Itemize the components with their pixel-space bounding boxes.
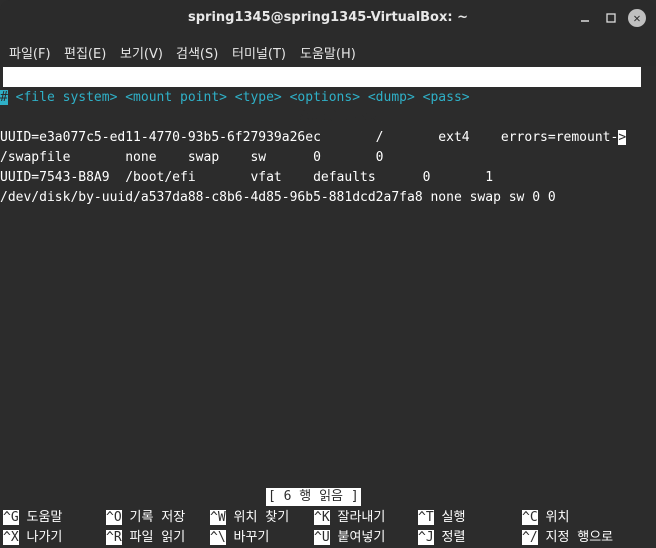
menu-help[interactable]: 도움말(H) [300,43,356,62]
nano-header: GNU nano 6.2 /etc/fstab [3,67,641,124]
fstab-line: UUID=7543-B8A9 /boot/efi vfat defaults 0… [0,170,494,185]
shortcut-help[interactable]: ^G 도움말 [3,508,62,528]
menu-edit[interactable]: 편집(E) [64,43,106,62]
shortcut-cut[interactable]: ^K 잘라내기 [314,508,385,528]
shortcut-where-is[interactable]: ^W 위치 찾기 [210,508,289,528]
close-icon: ✕ [633,11,641,25]
menu-search[interactable]: 검색(S) [176,43,218,62]
fstab-line: /swapfile none swap sw 0 0 [0,150,384,165]
shortcut-paste[interactable]: ^U 붙여넣기 [314,528,385,548]
comment-text: <file system> <mount point> <type> <opti… [7,90,470,105]
shortcut-exit[interactable]: ^X 나가기 [3,528,62,548]
status-message: [ 6 행 읽음 ] [266,488,361,506]
fstab-line: UUID=e3a077c5-ed11-4770-93b5-6f27939a26e… [0,128,627,148]
shortcut-write-out[interactable]: ^O 기록 저장 [106,508,185,528]
shortcut-justify[interactable]: ^J 정렬 [418,528,465,548]
menubar: 파일(F) 편집(E) 보기(V) 검색(S) 터미널(T) 도움말(H) [0,36,656,66]
fstab-line-text: UUID=e3a077c5-ed11-4770-93b5-6f27939a26e… [0,130,619,145]
nano-filename: /etc/fstab [298,109,377,124]
shortcut-go-to-line[interactable]: ^/ 지정 행으로 [522,528,613,548]
menu-file[interactable]: 파일(F) [9,43,51,62]
terminal-view[interactable]: GNU nano 6.2 /etc/fstab # <file system> … [0,66,656,548]
comment-line: # <file system> <mount point> <type> <op… [0,88,470,108]
maximize-icon [606,13,616,23]
shortcut-replace[interactable]: ^\ 바꾸기 [210,528,269,548]
window-title: spring1345@spring1345-VirtualBox: ~ [188,10,468,25]
shortcut-location[interactable]: ^C 위치 [522,508,569,528]
close-button[interactable]: ✕ [628,9,646,27]
minimize-icon [581,20,589,22]
shortcut-execute[interactable]: ^T 실행 [418,508,465,528]
line-overflow-marker: > [618,130,627,145]
minimize-button[interactable] [576,9,594,27]
text-cursor: # [0,90,8,105]
fstab-line: /dev/disk/by-uuid/a537da88-c8b6-4d85-96b… [0,190,556,205]
maximize-button[interactable] [602,9,620,27]
shortcut-read-file[interactable]: ^R 파일 읽기 [106,528,185,548]
menu-terminal[interactable]: 터미널(T) [232,43,286,62]
window-titlebar: spring1345@spring1345-VirtualBox: ~ ✕ [0,0,656,36]
menu-view[interactable]: 보기(V) [120,43,163,62]
